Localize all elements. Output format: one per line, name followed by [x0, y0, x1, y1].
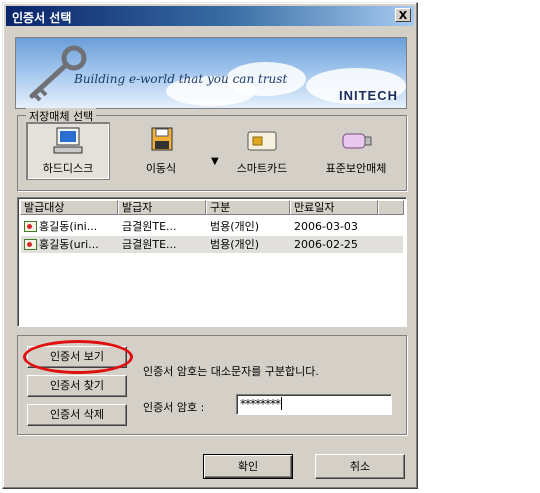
cell-type: 범용(개인) — [210, 220, 260, 233]
view-certificate-button[interactable]: 인증서 보기 — [27, 346, 127, 368]
cancel-button[interactable]: 취소 — [315, 454, 405, 479]
media-smart-card[interactable]: 스마트카드 — [226, 126, 298, 176]
table-row[interactable]: 홍길동(ini... 금결원TE... 범용(개인) 2006-03-03 — [21, 218, 403, 235]
media-removable[interactable]: 이동식 — [126, 126, 196, 176]
column-issuer[interactable]: 발급자 — [118, 200, 206, 215]
cell-type: 범용(개인) — [210, 238, 260, 251]
removable-disk-icon — [143, 126, 179, 156]
removable-dropdown-arrow-icon[interactable]: ▼ — [211, 156, 219, 167]
media-security-token[interactable]: 표준보안매체 — [316, 126, 396, 176]
cell-subject: 홍길동(ini... — [39, 220, 98, 233]
storage-media-group: 저장매체 선택 하드디스크 이동식 ▼ 스마트카드 표준보안매체 — [17, 108, 407, 191]
brand-logo-text: INITECH — [339, 88, 398, 103]
certificate-icon — [24, 221, 37, 232]
media-label: 스마트카드 — [236, 162, 288, 175]
password-field[interactable]: ******** — [236, 394, 392, 415]
banner-tagline: Building e-world that you can trust — [74, 72, 288, 86]
media-hard-disk[interactable]: 하드디스크 — [26, 122, 110, 180]
ok-button[interactable]: 확인 — [203, 454, 293, 479]
title-bar[interactable]: 인증서 선택 X — [6, 6, 414, 26]
window-title: 인증서 선택 — [12, 11, 72, 25]
smart-card-icon — [244, 126, 280, 156]
text-caret — [281, 397, 282, 410]
column-filler — [378, 200, 404, 215]
cell-issuer: 금결원TE... — [122, 220, 177, 233]
password-value: ******** — [240, 397, 281, 411]
cell-subject: 홍길동(uri... — [39, 238, 99, 251]
media-label: 하드디스크 — [42, 162, 94, 175]
certificate-icon — [24, 239, 37, 250]
brand-banner: Building e-world that you can trust INIT… — [15, 37, 407, 109]
column-expiry[interactable]: 만료일자 — [290, 200, 378, 215]
certificate-dialog: 인증서 선택 X Building e-world that you can t… — [2, 2, 418, 489]
media-label: 이동식 — [145, 162, 177, 175]
delete-certificate-button[interactable]: 인증서 삭제 — [27, 404, 127, 426]
column-type[interactable]: 구분 — [206, 200, 290, 215]
cell-issuer: 금결원TE... — [122, 238, 177, 251]
password-case-note: 인증서 암호는 대소문자를 구분합니다. — [143, 365, 319, 378]
password-label: 인증서 암호 : — [143, 401, 205, 414]
table-row[interactable]: 홍길동(uri... 금결원TE... 범용(개인) 2006-02-25 — [21, 236, 403, 253]
hard-disk-icon — [50, 126, 86, 156]
usb-token-icon — [338, 126, 374, 156]
media-label: 표준보안매체 — [325, 162, 387, 175]
find-certificate-button[interactable]: 인증서 찾기 — [27, 375, 127, 397]
certificate-list[interactable]: 발급대상 발급자 구분 만료일자 홍길동(ini... 금결원TE... 범용(… — [17, 197, 407, 327]
column-subject[interactable]: 발급대상 — [20, 200, 118, 215]
list-header: 발급대상 발급자 구분 만료일자 — [20, 200, 404, 215]
cell-expiry: 2006-03-03 — [294, 220, 358, 233]
cell-expiry: 2006-02-25 — [294, 238, 358, 251]
close-button[interactable]: X — [395, 8, 411, 22]
